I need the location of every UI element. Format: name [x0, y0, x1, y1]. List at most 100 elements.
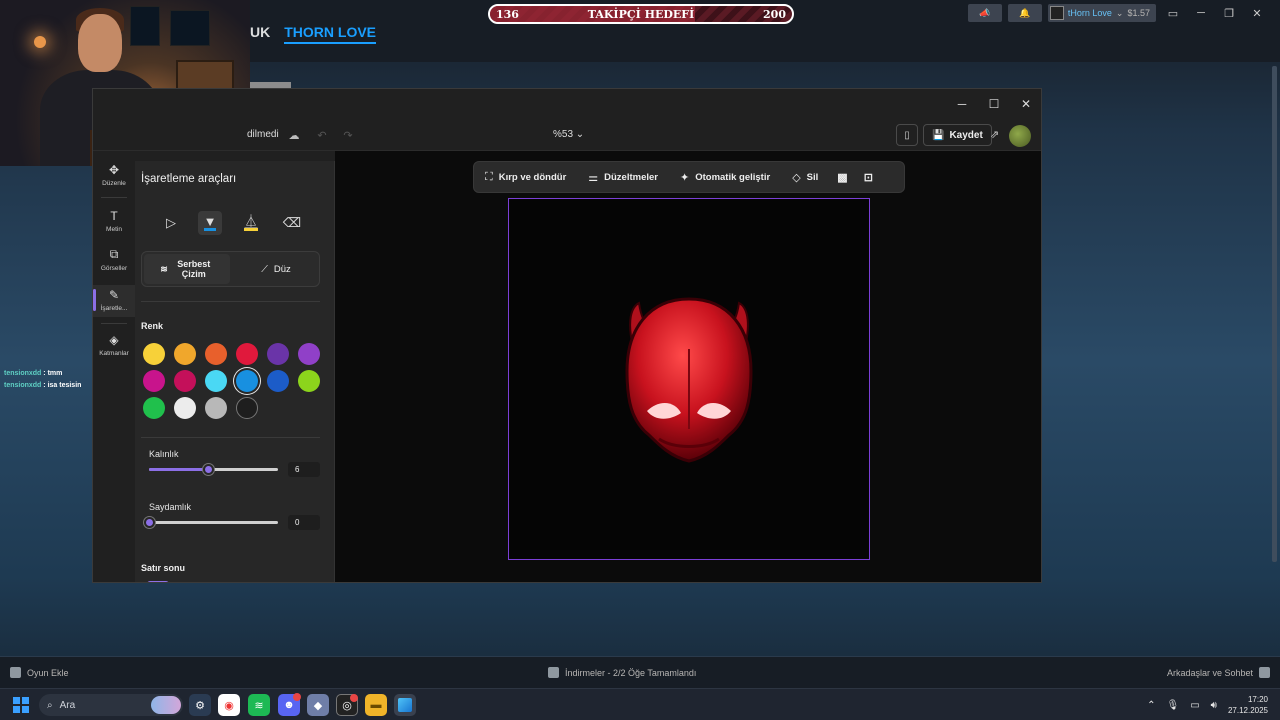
ai-image-icon: ⊡: [863, 171, 873, 184]
color-swatch[interactable]: [298, 370, 320, 392]
rail-item-markup[interactable]: ✎ İşaretle...: [93, 285, 135, 317]
background-button[interactable]: ▩: [829, 171, 855, 184]
undo-icon[interactable]: ↶: [313, 126, 331, 144]
maximize-button[interactable]: ☐: [979, 93, 1009, 115]
share-icon[interactable]: ⇗: [990, 128, 999, 141]
wallet-balance: $1.57: [1127, 8, 1150, 18]
close-icon[interactable]: ✕: [1246, 7, 1268, 20]
minimize-button[interactable]: ─: [947, 93, 977, 115]
chrome-icon[interactable]: ◉: [218, 694, 240, 716]
chevron-up-icon[interactable]: ⌃: [1147, 700, 1155, 711]
user-avatar[interactable]: [1009, 125, 1031, 147]
color-swatch[interactable]: [143, 370, 165, 392]
steam-icon[interactable]: ⚙: [189, 694, 211, 716]
photos-icon[interactable]: [394, 694, 416, 716]
color-swatch[interactable]: [143, 397, 165, 419]
system-tray: ⌃ 🎙︎ ▭ 🔊︎ 17:20 27.12.2025: [1147, 689, 1280, 720]
divider: [141, 437, 320, 438]
devil-mask-image: [625, 297, 753, 463]
steam-nav-profile[interactable]: THORN LOVE: [284, 24, 377, 44]
rail-item-layers[interactable]: ◈ Katmanlar: [93, 333, 135, 357]
crop-rotate-button[interactable]: ⛶ Kırp ve döndür: [474, 171, 577, 184]
redo-icon[interactable]: ↷: [339, 126, 357, 144]
account-menu[interactable]: tHorn Love ⌄ $1.57: [1047, 4, 1156, 22]
opacity-value[interactable]: 0: [288, 515, 320, 530]
color-swatch[interactable]: [174, 343, 196, 365]
spotify-icon[interactable]: ≋: [248, 694, 270, 716]
erase-button[interactable]: ◇ Sil: [781, 171, 829, 184]
save-button[interactable]: 💾 Kaydet: [923, 124, 992, 146]
rail-item-images[interactable]: ⧉ Görseller: [93, 247, 135, 272]
restore-icon[interactable]: ❐: [1218, 7, 1240, 20]
app-icon[interactable]: ◆: [307, 694, 329, 716]
close-button[interactable]: ✕: [1011, 93, 1041, 115]
title-bar: ─ ☐ ✕: [93, 89, 1041, 119]
color-swatch[interactable]: [236, 397, 258, 419]
steam-nav-item[interactable]: UK: [250, 24, 270, 44]
thickness-value[interactable]: 6: [288, 462, 320, 477]
friends-chat-button[interactable]: Arkadaşlar ve Sohbet: [1167, 667, 1270, 678]
eraser-tool-icon[interactable]: ⌫: [280, 211, 304, 235]
color-swatches: [143, 343, 320, 419]
compare-button[interactable]: ▯: [896, 124, 918, 146]
freehand-label: Serbest Çizim: [177, 259, 211, 279]
zoom-dropdown[interactable]: %53 ⌄: [553, 129, 584, 140]
color-swatch[interactable]: [205, 397, 227, 419]
obs-icon[interactable]: ◎: [336, 694, 358, 716]
chat-message: tensionxdd : isa tesisin: [4, 382, 82, 389]
thickness-slider[interactable]: [149, 464, 278, 475]
file-explorer-icon[interactable]: ▬: [365, 694, 387, 716]
color-swatch[interactable]: [143, 343, 165, 365]
photos-glyph: [398, 698, 412, 712]
display-icon[interactable]: ▭: [1190, 700, 1199, 711]
notification-bell-icon[interactable]: 🔔: [1007, 4, 1042, 22]
windows-start-icon[interactable]: [13, 697, 29, 713]
straight-mode-button[interactable]: ⟋ Düz: [234, 254, 318, 284]
generative-fill-button[interactable]: ⊡: [856, 171, 881, 184]
straight-label: Düz: [273, 263, 291, 275]
downloads-status[interactable]: İndirmeler - 2/2 Öğe Tamamlandı: [548, 667, 696, 678]
auto-enhance-button[interactable]: ✦ Otomatik geliştir: [669, 171, 781, 184]
color-swatch[interactable]: [205, 370, 227, 392]
stream-chat: tensionxdd : tmm tensionxdd : isa tesisi…: [4, 368, 81, 392]
minimize-icon[interactable]: ─: [1190, 7, 1212, 19]
color-swatch[interactable]: [298, 343, 320, 365]
add-game-button[interactable]: Oyun Ekle: [10, 667, 69, 678]
adjustments-button[interactable]: ⚌ Düzeltmeler: [577, 171, 669, 184]
rail-item-text[interactable]: T Metin: [93, 209, 135, 233]
color-swatch[interactable]: [205, 343, 227, 365]
color-swatch[interactable]: [267, 370, 289, 392]
draw-mode-toggle: ≋ Serbest Çizim ⟋ Düz: [141, 251, 320, 287]
clock[interactable]: 17:20 27.12.2025: [1228, 694, 1268, 716]
color-swatch[interactable]: [236, 343, 258, 365]
freehand-mode-button[interactable]: ≋ Serbest Çizim: [144, 254, 230, 284]
slider-thumb[interactable]: [144, 517, 155, 528]
volume-icon[interactable]: 🔊︎: [1211, 700, 1217, 711]
discord-icon[interactable]: ☻: [278, 693, 301, 716]
color-swatch[interactable]: [174, 370, 196, 392]
rail-label: Metin: [106, 226, 122, 233]
broadcast-icon[interactable]: 📣: [967, 4, 1002, 22]
steam-scrollbar[interactable]: [1272, 66, 1277, 562]
select-tool-icon[interactable]: ▷: [159, 211, 183, 235]
taskbar-search[interactable]: ⌕ Ara: [39, 694, 183, 716]
cloud-off-icon: ☁: [288, 129, 300, 142]
color-swatch[interactable]: [174, 397, 196, 419]
image-frame[interactable]: [508, 198, 870, 560]
color-swatch[interactable]: [236, 370, 258, 392]
slider-thumb[interactable]: [203, 464, 215, 475]
account-username: tHorn Love: [1067, 8, 1112, 18]
panel-title: İşaretleme araçları: [141, 173, 237, 185]
download-icon: [548, 667, 559, 678]
line-end-option[interactable]: [147, 581, 169, 582]
big-picture-icon[interactable]: ▭: [1162, 7, 1184, 20]
streamer-head: [78, 14, 122, 72]
rail-label: Katmanlar: [99, 350, 129, 357]
opacity-slider[interactable]: [144, 517, 278, 528]
goal-target: 200: [763, 7, 786, 21]
color-swatch[interactable]: [267, 343, 289, 365]
pen-tool-icon[interactable]: ▼: [198, 211, 222, 235]
rail-item-edit[interactable]: ✥ Düzenle: [93, 163, 135, 187]
microphone-icon[interactable]: 🎙︎: [1166, 700, 1179, 711]
highlighter-tool-icon[interactable]: ⏅: [239, 211, 263, 235]
